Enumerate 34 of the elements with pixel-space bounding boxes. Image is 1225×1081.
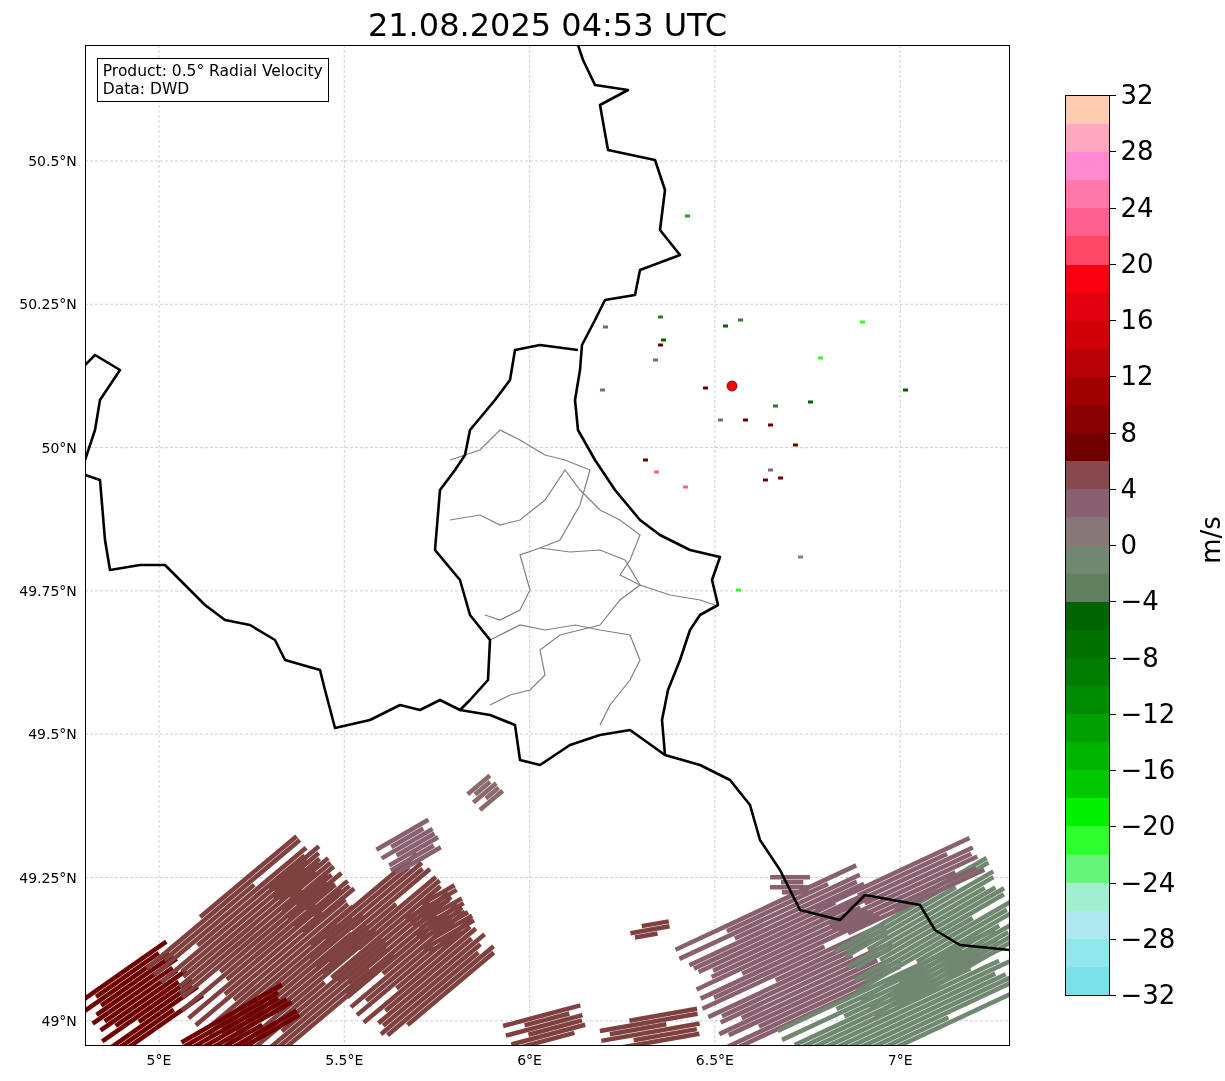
colorbar-tick-label: −12 [1120,698,1176,729]
longitude-label: 5.5°E [325,1052,364,1068]
colorbar-tick-label: 16 [1120,305,1154,335]
colorbar-tick-label: −4 [1120,586,1159,617]
colorbar-tick-label: 12 [1120,361,1154,392]
latitude-label: 49.75°N [19,582,77,599]
colorbar-tick-label: −28 [1120,923,1176,954]
colorbar-tick-label: −8 [1120,642,1159,673]
colorbar-tick-label: 32 [1120,80,1154,110]
colorbar-tick-label: 4 [1120,473,1137,504]
longitude-label: 6°E [517,1052,542,1068]
latitude-label: 49.5°N [28,726,77,743]
latitude-label: 50.5°N [28,153,77,169]
colorbar-tick-label: 0 [1120,530,1137,560]
info-text: Data: DWD [102,80,191,98]
longitude-label: 5°E [146,1052,172,1068]
info-text: Product: 0.5° Radial Velocity [102,62,323,80]
latitude-label: 50.25°N [19,296,77,313]
longitude-label: 6.5°E [695,1052,734,1068]
longitude-label: 7°E [887,1052,913,1068]
colorbar-tick-label: 20 [1120,248,1154,279]
latitude-label: 49.25°N [19,869,77,886]
chart-title: 21.08.2025 04:53 UTC [366,5,729,45]
colorbar-tick-label: 8 [1120,417,1137,448]
colorbar-tick-label: 28 [1120,136,1154,167]
colorbar-tick-label: −24 [1120,867,1176,898]
colorbar-tick-label: −20 [1120,811,1176,842]
radar-site-marker [726,380,738,392]
latitude-label: 50°N [41,439,77,456]
colorbar-tick-label: −16 [1120,755,1176,785]
colorbar-tick-label: 24 [1120,192,1154,223]
colorbar-tick-label: −32 [1120,980,1176,1010]
colorbar-label: m/s [1196,516,1225,564]
latitude-label: 49°N [41,1012,77,1029]
